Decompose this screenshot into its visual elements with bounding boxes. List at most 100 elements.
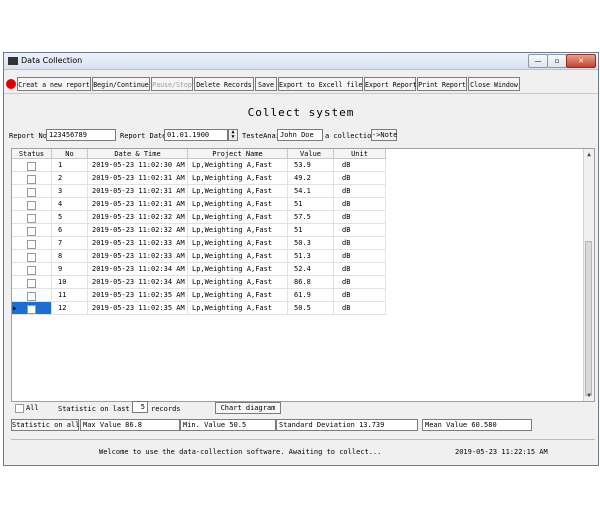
select-all-checkbox[interactable] xyxy=(15,404,24,413)
row-checkbox[interactable] xyxy=(27,201,36,210)
datetime-cell: 2019-05-23 11:02:31 AM xyxy=(88,198,188,211)
table-row[interactable]: 3 2019-05-23 11:02:31 AM Lp,Weighting A,Fa… xyxy=(12,185,386,198)
save-button[interactable]: Save xyxy=(255,77,277,91)
delete-records-button[interactable]: Delete Records xyxy=(194,77,254,91)
header-value: Value xyxy=(288,149,334,159)
row-checkbox[interactable] xyxy=(27,240,36,249)
row-checkbox[interactable] xyxy=(27,266,36,275)
status-cell[interactable] xyxy=(12,172,52,185)
status-cell[interactable] xyxy=(12,263,52,276)
status-cell[interactable] xyxy=(12,185,52,198)
table-row[interactable]: 9 2019-05-23 11:02:34 AM Lp,Weighting A,Fa… xyxy=(12,263,386,276)
last-count-field[interactable]: 5 xyxy=(132,401,148,413)
no-cell: 7 xyxy=(52,237,88,250)
app-icon xyxy=(8,57,18,65)
row-checkbox[interactable] xyxy=(27,227,36,236)
status-cell[interactable] xyxy=(12,198,52,211)
mean-value-box: Mean Value 60.580 xyxy=(422,419,532,431)
status-cell[interactable] xyxy=(12,289,52,302)
close-window-button[interactable]: Close Window xyxy=(468,77,520,91)
scroll-down-icon[interactable]: ▼ xyxy=(584,392,594,399)
note-button[interactable]: ->Note xyxy=(371,129,397,141)
table-row[interactable]: 7 2019-05-23 11:02:33 AM Lp,Weighting A,Fa… xyxy=(12,237,386,250)
value-cell: 50.5 xyxy=(288,302,334,315)
no-cell: 6 xyxy=(52,224,88,237)
row-checkbox[interactable] xyxy=(27,292,36,301)
current-row-pointer-icon: ▶ xyxy=(13,305,17,312)
unit-cell: dB xyxy=(334,185,386,198)
status-cell[interactable] xyxy=(12,224,52,237)
status-time: 2019-05-23 11:22:15 AM xyxy=(455,448,548,456)
table-row[interactable]: 6 2019-05-23 11:02:32 AM Lp,Weighting A,Fa… xyxy=(12,224,386,237)
row-checkbox[interactable] xyxy=(27,188,36,197)
value-cell: 52.4 xyxy=(288,263,334,276)
tester-label: TesteAnai xyxy=(242,132,280,140)
no-cell: 11 xyxy=(52,289,88,302)
all-label: All xyxy=(26,404,39,412)
begin-continue-button[interactable]: Begin/Continue xyxy=(92,77,150,91)
table-row[interactable]: 10 2019-05-23 11:02:34 AM Lp,Weighting A,F… xyxy=(12,276,386,289)
unit-cell: dB xyxy=(334,211,386,224)
row-checkbox[interactable] xyxy=(27,162,36,171)
statistic-all-button[interactable]: Statistic on all xyxy=(11,419,79,431)
report-no-field[interactable]: 123456789 xyxy=(46,129,116,141)
status-cell[interactable] xyxy=(12,211,52,224)
app-window: Data Collection — ▫ ✕ Creat a new report… xyxy=(3,52,599,466)
datetime-cell: 2019-05-23 11:02:34 AM xyxy=(88,276,188,289)
row-checkbox[interactable] xyxy=(27,279,36,288)
project-cell: Lp,Weighting A,Fast xyxy=(188,302,288,315)
unit-cell: dB xyxy=(334,237,386,250)
status-cell[interactable] xyxy=(12,159,52,172)
scroll-up-icon[interactable]: ▲ xyxy=(584,151,594,158)
date-spinner[interactable]: ▲ ▼ xyxy=(228,129,238,141)
project-cell: Lp,Weighting A,Fast xyxy=(188,185,288,198)
minimize-button[interactable]: — xyxy=(528,54,548,68)
header-project: Project Name xyxy=(188,149,288,159)
max-value: 86.8 xyxy=(125,421,143,429)
project-cell: Lp,Weighting A,Fast xyxy=(188,237,288,250)
value-cell: 51 xyxy=(288,198,334,211)
max-label: Max Value xyxy=(83,421,121,429)
table-row[interactable]: 5 2019-05-23 11:02:32 AM Lp,Weighting A,Fa… xyxy=(12,211,386,224)
vertical-scrollbar[interactable]: ▲ ▼ xyxy=(583,149,594,401)
min-value-box: Min. Value 50.5 xyxy=(180,419,276,431)
window-title: Data Collection xyxy=(21,56,83,65)
table-row[interactable]: ▶ 12 2019-05-23 11:02:35 AM Lp,Weighting A,… xyxy=(12,302,386,315)
export-excel-button[interactable]: Export to Excell file xyxy=(278,77,363,91)
no-cell: 5 xyxy=(52,211,88,224)
export-report-button[interactable]: Export Report xyxy=(364,77,417,91)
std-value-box: Standard Deviation 13.739 xyxy=(276,419,418,431)
row-checkbox[interactable] xyxy=(27,305,36,314)
scroll-thumb[interactable] xyxy=(585,241,592,396)
table-row[interactable]: 1 2019-05-23 11:02:30 AM Lp,Weighting A,Fa… xyxy=(12,159,386,172)
table-row[interactable]: 4 2019-05-23 11:02:31 AM Lp,Weighting A,Fa… xyxy=(12,198,386,211)
project-cell: Lp,Weighting A,Fast xyxy=(188,289,288,302)
no-cell: 2 xyxy=(52,172,88,185)
row-checkbox[interactable] xyxy=(27,175,36,184)
no-cell: 4 xyxy=(52,198,88,211)
status-cell[interactable]: ▶ xyxy=(12,302,52,315)
table-row[interactable]: 11 2019-05-23 11:02:35 AM Lp,Weighting A,F… xyxy=(12,289,386,302)
status-cell[interactable] xyxy=(12,250,52,263)
header-no: No xyxy=(52,149,88,159)
title-bar: Data Collection — ▫ ✕ xyxy=(4,53,598,70)
status-cell[interactable] xyxy=(12,276,52,289)
project-cell: Lp,Weighting A,Fast xyxy=(188,211,288,224)
tester-field[interactable]: John Doe xyxy=(277,129,323,141)
std-label: Standard Deviation xyxy=(279,421,355,429)
create-report-button[interactable]: Creat a new report xyxy=(17,77,91,91)
print-report-button[interactable]: Print Report xyxy=(417,77,467,91)
status-cell[interactable] xyxy=(12,237,52,250)
report-date-field[interactable]: 01.01.1900 xyxy=(164,129,228,141)
close-button[interactable]: ✕ xyxy=(566,54,596,68)
table-row[interactable]: 2 2019-05-23 11:02:31 AM Lp,Weighting A,Fa… xyxy=(12,172,386,185)
row-checkbox[interactable] xyxy=(27,214,36,223)
chart-diagram-button[interactable]: Chart diagram xyxy=(215,402,281,414)
row-checkbox[interactable] xyxy=(27,253,36,262)
toolbar: Creat a new report Begin/Continue Pause/… xyxy=(4,75,598,94)
report-no-label: Report No xyxy=(9,132,47,140)
pause-stop-button[interactable]: Pause/Stop xyxy=(151,77,193,91)
record-indicator-icon xyxy=(6,79,16,89)
maximize-button[interactable]: ▫ xyxy=(547,54,567,68)
table-row[interactable]: 8 2019-05-23 11:02:33 AM Lp,Weighting A,Fa… xyxy=(12,250,386,263)
